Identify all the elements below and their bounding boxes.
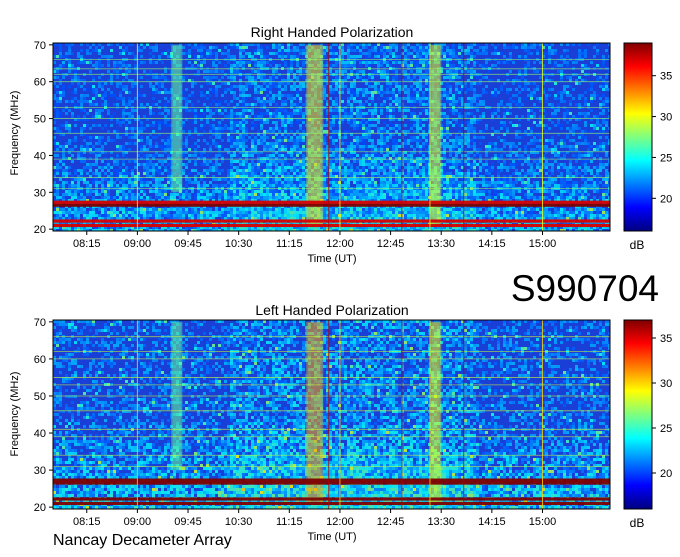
panel-title: Right Handed Polarization <box>251 24 414 40</box>
spectrogram-plot <box>53 320 611 509</box>
strong-band <box>53 497 610 500</box>
strong-band <box>53 481 610 484</box>
x-tick-label: 11:15 <box>276 238 303 250</box>
x-tick-label: 14:15 <box>478 516 506 528</box>
observation-id: S990704 <box>511 268 659 309</box>
colorbar-tick-label: 20 <box>660 193 672 205</box>
y-tick-label: 40 <box>34 150 46 162</box>
strong-band <box>53 478 610 481</box>
colorbar-tick-label: 25 <box>660 423 672 435</box>
colorbar-tick-label: 25 <box>660 152 672 164</box>
x-tick-label: 10:30 <box>225 238 253 250</box>
strong-band <box>53 224 610 227</box>
emission-burst <box>306 322 323 504</box>
left-polarization-panel: Left Handed Polarization 20 30 40 50 60 70 08:… <box>9 302 672 543</box>
colorbar-tick-label: 30 <box>660 378 672 390</box>
emission-burst <box>306 45 323 226</box>
x-tick-label: 12:45 <box>377 238 405 250</box>
colorbar: 20 25 30 35 <box>624 320 672 509</box>
x-tick-label: 12:45 <box>377 516 405 528</box>
spectrogram-plot <box>53 43 611 232</box>
colorbar: 20 25 30 35 <box>624 43 672 231</box>
x-tick-label: 09:45 <box>174 516 202 528</box>
colorbar-unit-label: dB <box>630 238 645 252</box>
y-tick-label: 30 <box>34 465 46 477</box>
x-axis-label: Time (UT) <box>307 531 356 543</box>
x-tick-label: 08:15 <box>73 516 101 528</box>
strong-band <box>53 201 610 204</box>
y-tick-label: 50 <box>34 114 46 126</box>
x-tick-label: 15:00 <box>529 238 557 250</box>
emission-burst <box>430 45 441 226</box>
colorbar-tick-label: 35 <box>660 333 672 345</box>
colorbar-tick-label: 35 <box>660 71 672 83</box>
y-axis-label: Frequency (MHz) <box>9 372 21 457</box>
y-tick-label: 50 <box>34 391 46 403</box>
x-tick-label: 09:00 <box>124 516 152 528</box>
y-tick-label: 20 <box>34 224 46 236</box>
y-tick-label: 70 <box>34 40 46 52</box>
x-tick-label: 08:15 <box>73 238 101 250</box>
x-tick-label: 13:30 <box>427 516 455 528</box>
strong-band <box>53 502 610 505</box>
colorbar-scale <box>624 43 652 231</box>
y-tick-label: 30 <box>34 187 46 199</box>
x-tick-label: 15:00 <box>529 516 557 528</box>
x-axis-label: Time (UT) <box>307 253 356 265</box>
x-tick-label: 12:00 <box>326 238 354 250</box>
y-tick-label: 60 <box>34 77 46 89</box>
x-tick-label: 09:45 <box>174 238 202 250</box>
colorbar-tick-label: 30 <box>660 112 672 124</box>
right-polarization-panel: Right Handed Polarization 20 30 40 50 60 70 08… <box>9 24 672 265</box>
y-tick-label: 60 <box>34 354 46 366</box>
colorbar-scale <box>624 320 652 509</box>
y-tick-label: 40 <box>34 428 46 440</box>
colorbar-tick-label: 20 <box>660 468 672 480</box>
x-tick-label: 09:00 <box>124 238 152 250</box>
strong-band <box>53 219 610 222</box>
x-tick-label: 14:15 <box>478 238 506 250</box>
x-tick-label: 13:30 <box>427 238 455 250</box>
spectrogram-figure: Right Handed Polarization 20 30 40 50 60 70 08… <box>0 0 680 552</box>
colorbar-unit-label: dB <box>630 516 645 530</box>
emission-burst <box>430 322 441 504</box>
station-label: Nancay Decameter Array <box>53 532 232 549</box>
x-tick-label: 12:00 <box>326 516 354 528</box>
x-tick-label: 10:30 <box>225 516 253 528</box>
y-axis-label: Frequency (MHz) <box>9 91 21 176</box>
x-tick-label: 11:15 <box>276 516 303 528</box>
y-tick-label: 20 <box>34 502 46 514</box>
y-tick-label: 70 <box>34 317 46 329</box>
strong-band <box>53 204 610 207</box>
panel-title: Left Handed Polarization <box>255 302 408 318</box>
